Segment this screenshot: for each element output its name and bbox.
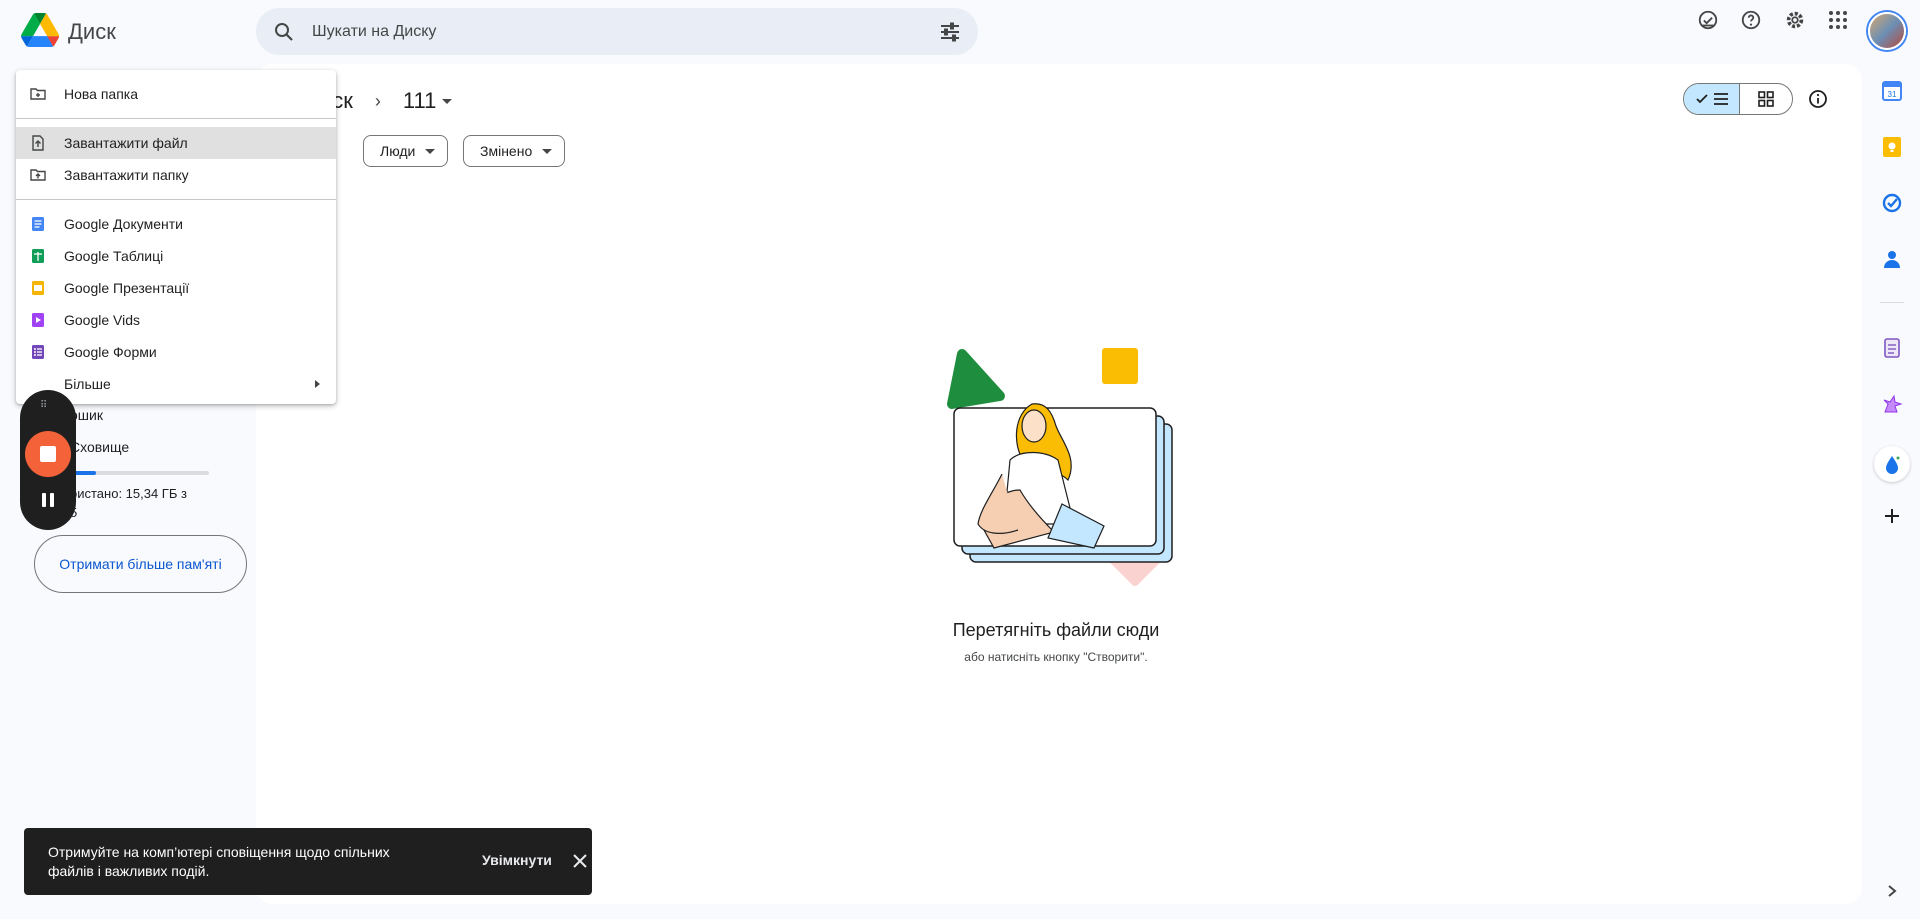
check-icon bbox=[1695, 94, 1708, 104]
filter-chip-modified[interactable]: Змінено bbox=[463, 135, 566, 167]
close-icon[interactable] bbox=[571, 852, 589, 870]
menu-item-google-slides[interactable]: Google Презентації bbox=[16, 272, 336, 304]
enable-notifications-button[interactable]: Увімкнути bbox=[482, 852, 552, 868]
grid-view-button[interactable] bbox=[1740, 84, 1792, 114]
menu-item-google-forms[interactable]: Google Форми bbox=[16, 336, 336, 368]
menu-item-label: Google Таблиці bbox=[64, 248, 164, 264]
empty-state-title: Перетягніть файли сюди bbox=[952, 620, 1160, 640]
menu-item-google-vids[interactable]: Google Vids bbox=[16, 304, 336, 336]
filter-chip-label: Змінено bbox=[480, 143, 533, 159]
sheets-icon bbox=[32, 249, 44, 263]
expand-icon[interactable] bbox=[1878, 877, 1906, 905]
current-folder-name: 111 bbox=[402, 88, 437, 113]
pause-icon bbox=[42, 493, 46, 507]
menu-item-label: Google Форми bbox=[64, 344, 157, 360]
menu-item-label: Завантажити папку bbox=[64, 167, 189, 183]
menu-item-label: Завантажити файл bbox=[64, 135, 188, 151]
svg-text:31: 31 bbox=[1888, 90, 1897, 99]
search-icon[interactable] bbox=[272, 20, 296, 44]
menu-item-label: Google Vids bbox=[64, 312, 141, 328]
pause-recording-button[interactable] bbox=[40, 493, 56, 509]
breadcrumb-separator: › bbox=[374, 90, 381, 111]
empty-state-subtitle: або натисніть кнопку "Створити". bbox=[964, 650, 1148, 664]
storage-usage-bar bbox=[68, 471, 209, 475]
help-icon[interactable] bbox=[1731, 0, 1771, 40]
get-more-storage-button[interactable]: Отримати більше пам'яті bbox=[34, 535, 247, 593]
tasks-icon[interactable] bbox=[1878, 189, 1906, 217]
search-input[interactable] bbox=[312, 8, 912, 55]
offline-check-icon[interactable] bbox=[1688, 0, 1728, 40]
addon-unicorn-icon[interactable] bbox=[1878, 390, 1906, 418]
add-icon[interactable] bbox=[1878, 502, 1906, 530]
snackbar-message: Отримуйте на комп’ютері сповіщення щодо … bbox=[48, 844, 390, 879]
menu-item-upload-folder[interactable]: Завантажити папку bbox=[16, 159, 336, 191]
menu-divider bbox=[16, 118, 336, 119]
breadcrumb-current-folder[interactable]: 111 bbox=[402, 88, 453, 114]
tune-icon[interactable] bbox=[938, 20, 962, 44]
screen-recorder-widget: ⠿ bbox=[20, 390, 76, 530]
submenu-arrow-icon bbox=[315, 380, 320, 388]
top-bar: Диск bbox=[0, 0, 1920, 62]
notification-snackbar: Отримуйте на комп’ютері сповіщення щодо … bbox=[24, 828, 592, 895]
view-toggle bbox=[1683, 83, 1793, 115]
filter-chip-label: Люди bbox=[380, 143, 416, 159]
upload-folder-icon bbox=[30, 169, 46, 181]
upload-file-icon bbox=[32, 135, 44, 151]
stop-icon bbox=[40, 446, 56, 462]
grid-icon bbox=[1758, 91, 1774, 107]
search-bar[interactable] bbox=[256, 8, 978, 55]
info-icon[interactable] bbox=[1804, 85, 1832, 113]
chevron-down-icon bbox=[425, 148, 436, 154]
calendar-icon[interactable]: 31 bbox=[1878, 77, 1906, 105]
filter-chip-people[interactable]: Люди bbox=[363, 135, 449, 167]
new-item-menu: Нова папка Завантажити файл Завантажити … bbox=[16, 70, 336, 404]
menu-item-label: Нова папка bbox=[64, 86, 139, 102]
menu-item-upload-file[interactable]: Завантажити файл bbox=[16, 127, 336, 159]
list-view-button[interactable] bbox=[1684, 84, 1740, 114]
menu-item-label: Більше bbox=[64, 376, 111, 392]
docs-icon bbox=[32, 217, 44, 231]
menu-item-google-docs[interactable]: Google Документи bbox=[16, 208, 336, 240]
new-folder-icon bbox=[30, 88, 46, 100]
rail-divider bbox=[1880, 302, 1904, 303]
contacts-icon[interactable] bbox=[1878, 245, 1906, 273]
addon-drop-icon[interactable] bbox=[1874, 446, 1910, 482]
keep-icon[interactable] bbox=[1878, 133, 1906, 161]
apps-icon[interactable] bbox=[1818, 0, 1858, 40]
list-icon bbox=[1713, 93, 1728, 105]
app-title[interactable]: Диск bbox=[68, 19, 116, 45]
menu-item-new-folder[interactable]: Нова папка bbox=[16, 78, 336, 110]
menu-item-label: Google Документи bbox=[64, 216, 183, 232]
pause-icon bbox=[50, 493, 54, 507]
menu-item-google-sheets[interactable]: Google Таблиці bbox=[16, 240, 336, 272]
drive-logo[interactable] bbox=[20, 13, 60, 47]
chevron-down-icon bbox=[442, 98, 453, 104]
empty-folder-illustration bbox=[947, 348, 1173, 586]
chevron-down-icon bbox=[542, 148, 553, 154]
main-panel: иск › 111 Люди Змінено Перетягніть файли… bbox=[248, 64, 1862, 904]
addon-doc-icon[interactable] bbox=[1878, 334, 1906, 362]
sidebar-item-storage[interactable]: Сховище bbox=[70, 439, 129, 455]
drag-handle-icon[interactable]: ⠿ bbox=[40, 400, 48, 411]
settings-icon[interactable] bbox=[1775, 0, 1815, 40]
slides-icon bbox=[32, 281, 44, 295]
vids-icon bbox=[32, 313, 44, 327]
storage-usage-text: ристано: 15,34 ГБ з bbox=[70, 486, 187, 501]
menu-item-label: Google Презентації bbox=[64, 280, 190, 296]
stop-recording-button[interactable] bbox=[25, 431, 71, 477]
forms-icon bbox=[32, 345, 44, 359]
menu-divider bbox=[16, 199, 336, 200]
avatar[interactable] bbox=[1868, 12, 1906, 50]
